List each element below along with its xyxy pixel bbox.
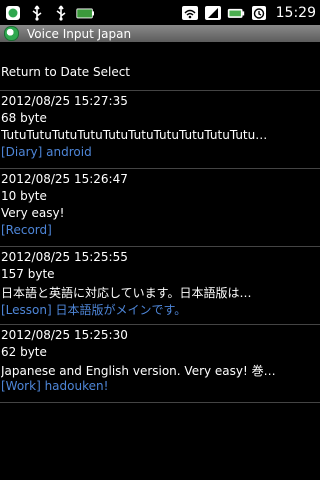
app-icon xyxy=(4,26,19,41)
status-bar-system: 15:29 xyxy=(181,3,316,22)
entry-size: 157 byte xyxy=(1,267,55,281)
entry-size: 62 byte xyxy=(1,345,47,359)
app-title-bar: Voice Input Japan xyxy=(0,25,320,42)
list-item[interactable]: 2012/08/25 15:26:47 10 byte Very easy! [… xyxy=(0,169,320,246)
entry-size: 10 byte xyxy=(1,189,47,203)
divider xyxy=(0,402,320,403)
entry-tag: [Work] hadouken! xyxy=(1,379,109,393)
notification-android-icon xyxy=(4,4,22,22)
battery-full-icon xyxy=(76,4,94,22)
status-bar-time: 15:29 xyxy=(275,4,316,21)
return-label: Return to Date Select xyxy=(1,65,131,79)
battery-status-icon xyxy=(227,4,245,22)
entry-text: Japanese and English version. Very easy!… xyxy=(1,364,276,378)
entry-size: 68 byte xyxy=(1,111,47,125)
status-bar-notifications xyxy=(4,3,94,22)
signal-icon xyxy=(204,4,222,22)
entry-text: 日本語と英語に対応しています。日本語版は… xyxy=(1,286,252,300)
wifi-icon xyxy=(181,4,199,22)
screen: 15:29 Voice Input Japan Return to Date S… xyxy=(0,0,320,480)
entry-datetime: 2012/08/25 15:25:55 xyxy=(1,250,128,264)
alarm-icon xyxy=(250,4,268,22)
entry-datetime: 2012/08/25 15:25:30 xyxy=(1,328,128,342)
entry-text: Very easy! xyxy=(1,206,65,220)
entry-tag: [Record] xyxy=(1,223,52,237)
entry-datetime: 2012/08/25 15:26:47 xyxy=(1,172,128,186)
entry-tag: [Diary] android xyxy=(1,145,92,159)
list-item[interactable]: 2012/08/25 15:25:30 62 byte Japanese and… xyxy=(0,325,320,402)
app-title: Voice Input Japan xyxy=(27,26,132,41)
status-bar: 15:29 xyxy=(0,0,320,25)
entry-datetime: 2012/08/25 15:27:35 xyxy=(1,94,128,108)
usb-debug-icon xyxy=(52,4,70,22)
entry-text: TutuTutuTutuTutuTutuTutuTutuTutuTutuTutu… xyxy=(1,128,268,142)
usb-icon xyxy=(28,4,46,22)
return-to-date-select[interactable]: Return to Date Select xyxy=(0,42,320,90)
list-item[interactable]: 2012/08/25 15:25:55 157 byte 日本語と英語に対応して… xyxy=(0,247,320,324)
list-item[interactable]: 2012/08/25 15:27:35 68 byte TutuTutuTutu… xyxy=(0,91,320,168)
entry-tag: [Lesson] 日本語版がメインです。 xyxy=(1,303,187,317)
